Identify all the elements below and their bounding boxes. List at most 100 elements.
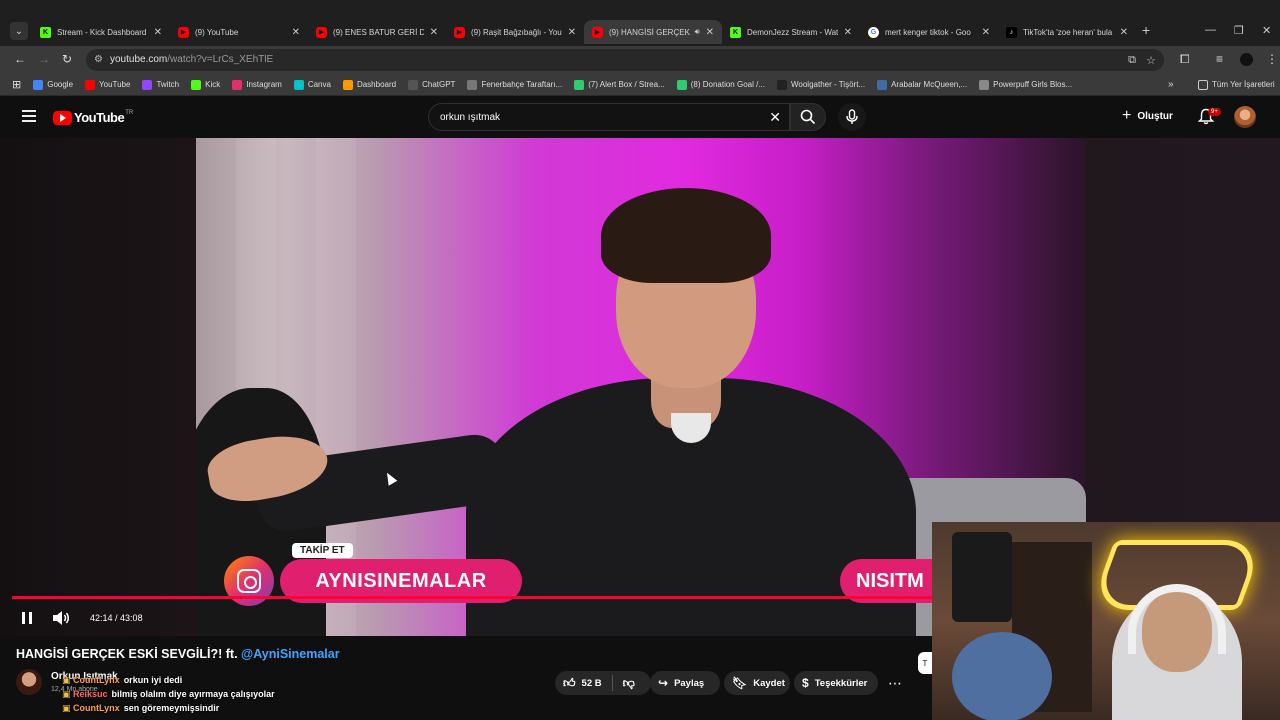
bookmark-item[interactable]: (7) Alert Box / Strea...: [574, 79, 665, 90]
plush-toy: [952, 632, 1052, 720]
bookmark-item[interactable]: Twitch: [142, 79, 179, 90]
voice-search-button[interactable]: [838, 103, 866, 131]
browser-tab-strip: ⌄ K Stream - Kick Dashboard ✕ ▶ (9) YouTube ✕…: [0, 0, 1280, 46]
bookmark-item[interactable]: Fenerbahçe Taraftarı...: [467, 79, 563, 90]
menu-icon[interactable]: [22, 110, 36, 122]
google-icon: G: [868, 26, 879, 38]
bookmark-item[interactable]: YouTube: [85, 79, 130, 90]
close-tab-icon[interactable]: ✕: [154, 27, 162, 38]
like-icon[interactable]: 👍︎: [563, 676, 576, 691]
youtube-play-icon: [53, 110, 72, 125]
all-bookmarks-folder[interactable]: Tüm Yer İşaretleri: [1198, 79, 1275, 90]
dislike-icon[interactable]: 👎︎: [623, 676, 635, 691]
bookmark-label: Fenerbahçe Taraftarı...: [481, 80, 563, 89]
bookmark-item[interactable]: Dashboard: [342, 79, 396, 90]
search-input[interactable]: orkun ışıtmak ✕: [428, 103, 790, 131]
forward-icon[interactable]: →: [38, 52, 50, 66]
site-info-icon[interactable]: ⚙: [94, 54, 103, 65]
reload-icon[interactable]: ↻: [62, 52, 72, 66]
close-tab-icon[interactable]: ✕: [430, 27, 438, 38]
back-icon[interactable]: ←: [14, 52, 26, 66]
browser-menu-icon[interactable]: ⋮: [1266, 52, 1278, 66]
chat-badge-icon: ▣: [62, 689, 74, 699]
youtube-header: YouTube TR orkun ışıtmak ✕ + Oluştur: [0, 96, 1280, 138]
bookmark-item[interactable]: Woolgather - Tişört...: [776, 79, 865, 90]
bookmark-item[interactable]: Arabalar McQueen,...: [877, 79, 967, 90]
bookmark-item[interactable]: ChatGPT: [408, 79, 455, 90]
volume-icon[interactable]: [52, 610, 70, 631]
browser-tab[interactable]: ▶ (9) ENES BATUR GERİ DÖN ✕: [308, 20, 446, 44]
browser-tab[interactable]: ▶ (9) HANGİSİ GERÇEK 🔊︎ ✕: [584, 20, 722, 44]
share-button[interactable]: ↪ Paylaş: [650, 671, 720, 695]
pause-icon[interactable]: [22, 612, 32, 624]
browser-tab[interactable]: Gmert kenger tiktok - Goo ✕: [860, 20, 998, 44]
mention-link[interactable]: @AyniSinemalar: [241, 647, 340, 661]
more-actions-icon[interactable]: ⋯: [884, 672, 906, 694]
new-tab-icon[interactable]: +: [1142, 22, 1150, 38]
youtube-logo[interactable]: YouTube TR: [53, 110, 133, 125]
progress-bar[interactable]: [12, 596, 933, 599]
bookmark-favicon-icon: [877, 79, 888, 90]
tab-title: (9) Raşit Bağzıbağlı - YouT: [471, 27, 562, 37]
search-icon: [800, 109, 816, 125]
thanks-button[interactable]: $ Teşekkürler: [794, 671, 878, 695]
bookmark-star-icon[interactable]: ☆: [1146, 54, 1156, 67]
browser-tab[interactable]: ♪ TikTok'ta 'zoe heran' bula ✕: [998, 20, 1136, 44]
bookmark-item[interactable]: Kick: [191, 79, 221, 90]
player-controls: 42:14 / 43:08: [0, 604, 940, 636]
tab-title: (9) HANGİSİ GERÇEK: [609, 27, 690, 37]
browser-tab[interactable]: K DemonJezz Stream - Wat ✕: [722, 20, 860, 44]
tab-search-icon[interactable]: ⌄: [10, 22, 28, 40]
bookmark-favicon-icon: [33, 79, 44, 90]
chat-text: orkun iyi dedi: [123, 675, 183, 685]
partial-button[interactable]: T: [918, 652, 932, 674]
minimize-icon[interactable]: —: [1205, 24, 1216, 36]
search-button[interactable]: [790, 103, 826, 131]
bookmark-item[interactable]: Google: [33, 79, 73, 90]
bookmark-item[interactable]: Canva: [293, 79, 331, 90]
chat-username: CountLynx: [73, 675, 120, 685]
like-count[interactable]: 52 B: [582, 678, 602, 689]
audio-playing-icon[interactable]: 🔊︎: [695, 27, 700, 37]
close-tab-icon[interactable]: ✕: [1120, 27, 1128, 38]
bookmark-favicon-icon: [979, 79, 990, 90]
bookmark-item[interactable]: Powerpuff Girls Blos...: [979, 79, 1072, 90]
bookmark-item[interactable]: (8) Donation Goal /...: [676, 79, 765, 90]
browser-tab[interactable]: ▶ (9) YouTube ✕: [170, 20, 308, 44]
account-avatar[interactable]: [1234, 106, 1256, 128]
install-app-icon[interactable]: ⧉: [1128, 54, 1136, 67]
tab-title: DemonJezz Stream - Wat: [747, 27, 838, 37]
create-button[interactable]: + Oluştur: [1122, 107, 1173, 125]
apps-icon[interactable]: ⊞: [12, 78, 21, 91]
search-query: orkun ışıtmak: [440, 112, 501, 123]
browser-tab[interactable]: K Stream - Kick Dashboard ✕: [32, 20, 170, 44]
bookmark-label: Canva: [307, 80, 331, 89]
more-bookmarks-icon[interactable]: »: [1168, 79, 1174, 90]
address-bar[interactable]: ⚙ youtube.com/watch?v=LrCs_XEhTlE ⧉ ☆: [86, 49, 1164, 71]
media-control-icon[interactable]: ≡: [1216, 52, 1223, 66]
close-tab-icon[interactable]: ✕: [706, 27, 714, 38]
streamer-webcam: [932, 522, 1280, 720]
bookmark-label: Instagram: [246, 80, 282, 89]
close-tab-icon[interactable]: ✕: [292, 27, 300, 38]
clear-search-icon[interactable]: ✕: [769, 109, 781, 126]
bookmark-favicon-icon: [85, 79, 96, 90]
profile-icon[interactable]: [1240, 53, 1253, 66]
bookmark-list: Google YouTube Twitch Kick Instagram Canva Das…: [33, 79, 1084, 90]
chat-text: bilmiş olalım diye ayırmaya çalışıyolar: [111, 689, 275, 699]
bookmark-label: (8) Donation Goal /...: [690, 80, 765, 89]
bookmark-label: Kick: [205, 80, 221, 89]
restore-icon[interactable]: ❐: [1234, 24, 1244, 37]
browser-tab[interactable]: ▶ (9) Raşit Bağzıbağlı - YouT ✕: [446, 20, 584, 44]
save-button[interactable]: 🔖︎ Kaydet: [724, 671, 790, 695]
close-tab-icon[interactable]: ✕: [844, 27, 852, 38]
channel-avatar[interactable]: [16, 669, 42, 695]
close-tab-icon[interactable]: ✕: [982, 27, 990, 38]
bookmark-favicon-icon: [342, 79, 353, 90]
close-window-icon[interactable]: ✕: [1262, 24, 1271, 37]
bookmark-item[interactable]: Instagram: [232, 79, 282, 90]
browser-toolbar: ← → ↻ ⚙ youtube.com/watch?v=LrCs_XEhTlE …: [0, 46, 1280, 74]
extensions-icon[interactable]: ⧠: [1180, 52, 1190, 67]
close-tab-icon[interactable]: ✕: [568, 27, 576, 38]
bookmark-favicon-icon: [191, 79, 202, 90]
